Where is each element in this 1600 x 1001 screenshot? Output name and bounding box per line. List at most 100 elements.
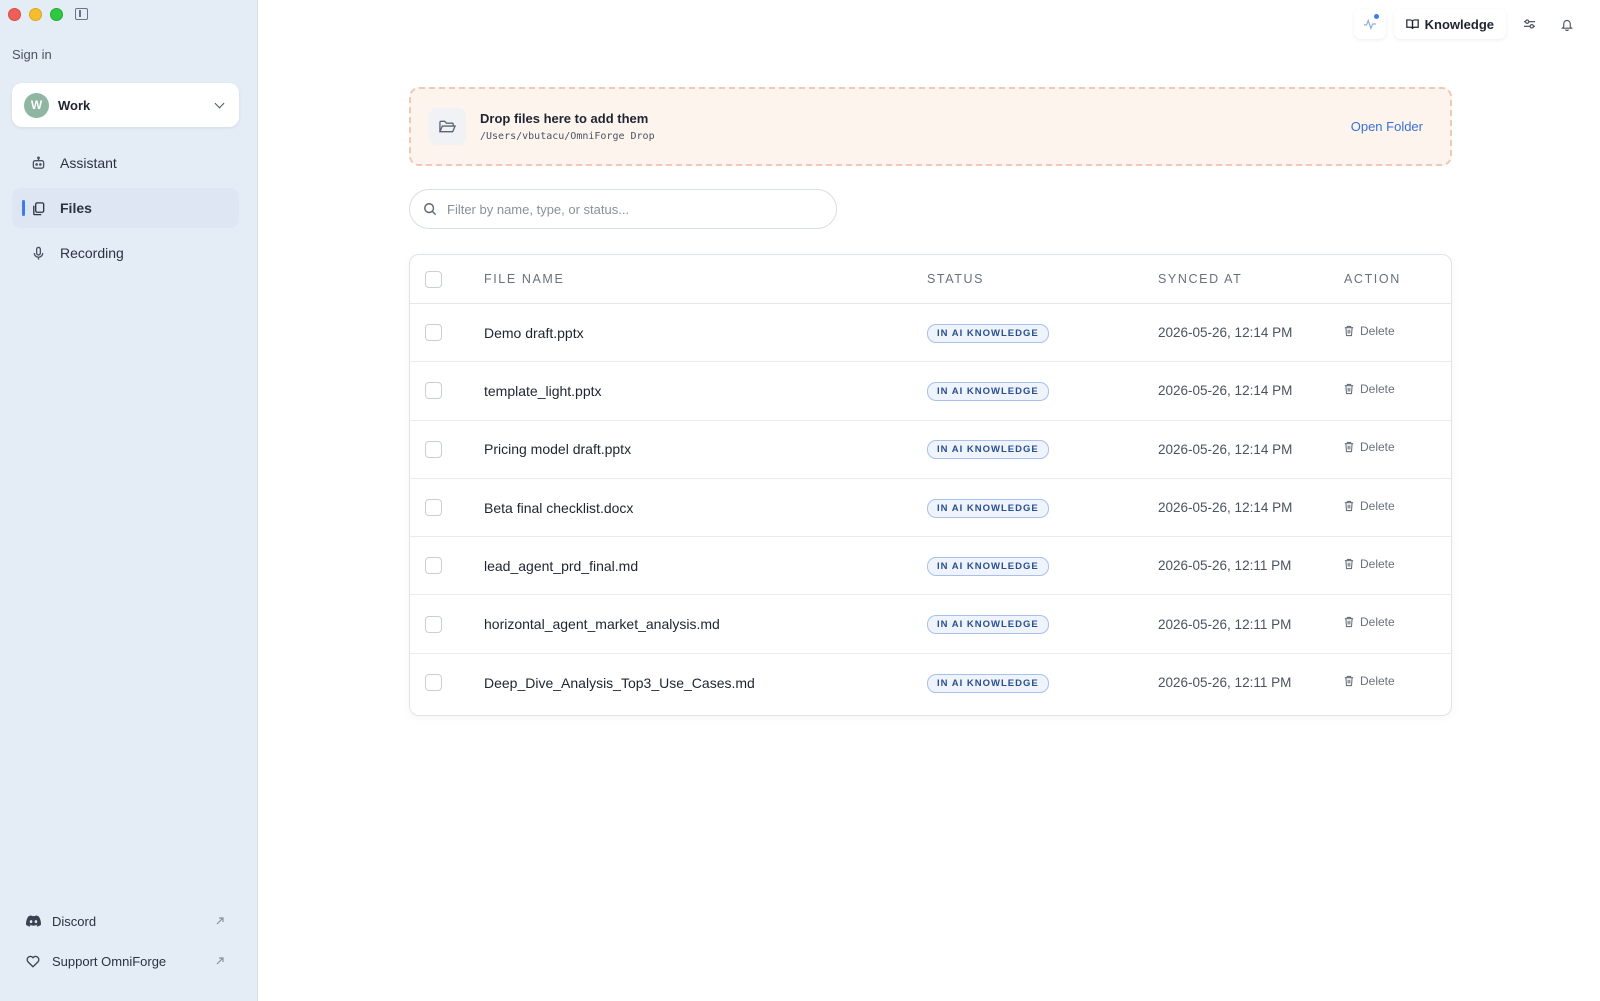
delete-button[interactable]: Delete xyxy=(1344,674,1395,688)
delete-label: Delete xyxy=(1360,381,1395,396)
table-body: Demo draft.pptx IN AI KNOWLEDGE 2026-05-… xyxy=(410,304,1451,712)
top-toolbar: Knowledge xyxy=(1353,9,1582,39)
status-badge: IN AI KNOWLEDGE xyxy=(927,381,1049,401)
support-link[interactable]: Support OmniForge xyxy=(12,941,239,981)
drop-folder-path: /Users/vbutacu/OmniForge Drop xyxy=(480,131,655,142)
synced-at: 2026-05-26, 12:14 PM xyxy=(1158,500,1293,516)
delete-label: Delete xyxy=(1360,323,1395,338)
file-name: Beta final checklist.docx xyxy=(484,499,634,516)
table-row[interactable]: lead_agent_prd_final.md IN AI KNOWLEDGE … xyxy=(410,537,1451,596)
zoom-window-button[interactable] xyxy=(50,8,63,21)
discord-icon xyxy=(25,913,41,929)
delete-button[interactable]: Delete xyxy=(1344,324,1395,338)
header-synced-at[interactable]: SYNCED AT xyxy=(1158,272,1344,286)
sidebar-item-recording[interactable]: Recording xyxy=(12,233,239,273)
table-header: FILE NAME STATUS SYNCED AT ACTION xyxy=(410,255,1451,304)
file-name: Deep_Dive_Analysis_Top3_Use_Cases.md xyxy=(484,674,755,691)
bell-icon xyxy=(1561,19,1573,31)
trash-icon xyxy=(1344,325,1354,336)
row-checkbox[interactable] xyxy=(425,440,442,458)
chevron-down-icon xyxy=(214,98,225,108)
workspace-switcher[interactable]: W Work xyxy=(12,83,239,127)
sidebar-toggle-icon[interactable] xyxy=(75,8,88,20)
knowledge-label: Knowledge xyxy=(1424,16,1494,32)
delete-label: Delete xyxy=(1360,556,1395,571)
settings-sliders-button[interactable] xyxy=(1514,9,1544,39)
search-icon xyxy=(424,203,437,216)
external-link-icon xyxy=(216,917,224,925)
delete-button[interactable]: Delete xyxy=(1344,615,1395,629)
table-row[interactable]: horizontal_agent_market_analysis.md IN A… xyxy=(410,595,1451,654)
minimize-window-button[interactable] xyxy=(29,8,42,21)
delete-label: Delete xyxy=(1360,673,1395,688)
trash-icon xyxy=(1344,442,1354,453)
file-name: template_light.pptx xyxy=(484,382,602,399)
delete-button[interactable]: Delete xyxy=(1344,440,1395,454)
status-badge: IN AI KNOWLEDGE xyxy=(927,615,1049,635)
support-label: Support OmniForge xyxy=(52,953,167,969)
table-row[interactable]: template_light.pptx IN AI KNOWLEDGE 2026… xyxy=(410,362,1451,421)
status-badge: IN AI KNOWLEDGE xyxy=(927,556,1049,576)
row-checkbox[interactable] xyxy=(425,382,442,400)
header-status[interactable]: STATUS xyxy=(927,272,1158,286)
sidebar-item-label: Files xyxy=(60,200,92,216)
status-badge: IN AI KNOWLEDGE xyxy=(927,440,1049,460)
sign-in-link[interactable]: Sign in xyxy=(12,47,52,62)
trash-icon xyxy=(1344,500,1354,511)
files-icon xyxy=(30,200,46,216)
activity-icon xyxy=(1363,18,1376,31)
sidebar-item-files[interactable]: Files xyxy=(12,188,239,228)
synced-at: 2026-05-26, 12:14 PM xyxy=(1158,441,1293,457)
trash-icon xyxy=(1344,558,1354,569)
status-badge: IN AI KNOWLEDGE xyxy=(927,498,1049,518)
sidebar-item-assistant[interactable]: Assistant xyxy=(12,143,239,183)
select-all-checkbox[interactable] xyxy=(425,270,442,288)
activity-button[interactable] xyxy=(1353,9,1386,39)
sliders-icon xyxy=(1523,19,1535,29)
files-table: FILE NAME STATUS SYNCED AT ACTION Demo d… xyxy=(409,254,1452,716)
discord-label: Discord xyxy=(52,913,97,929)
drop-zone[interactable]: Drop files here to add them /Users/vbuta… xyxy=(409,87,1452,166)
delete-button[interactable]: Delete xyxy=(1344,499,1395,513)
close-window-button[interactable] xyxy=(8,8,21,21)
status-badge: IN AI KNOWLEDGE xyxy=(927,323,1049,343)
file-name: horizontal_agent_market_analysis.md xyxy=(484,616,720,633)
folder-open-icon xyxy=(429,108,466,145)
synced-at: 2026-05-26, 12:11 PM xyxy=(1158,675,1292,691)
table-row[interactable]: Demo draft.pptx IN AI KNOWLEDGE 2026-05-… xyxy=(410,304,1451,363)
sidebar-item-label: Assistant xyxy=(60,155,117,171)
row-checkbox[interactable] xyxy=(425,674,442,692)
delete-button[interactable]: Delete xyxy=(1344,382,1395,396)
row-checkbox[interactable] xyxy=(425,324,442,342)
row-checkbox[interactable] xyxy=(425,499,442,517)
window-controls xyxy=(8,8,63,21)
sidebar-nav: Assistant Files Recording xyxy=(12,143,239,278)
row-checkbox[interactable] xyxy=(425,557,442,575)
synced-at: 2026-05-26, 12:14 PM xyxy=(1158,325,1293,341)
delete-label: Delete xyxy=(1360,440,1395,455)
drop-zone-title: Drop files here to add them xyxy=(480,111,649,126)
open-folder-link[interactable]: Open Folder xyxy=(1351,119,1423,134)
delete-label: Delete xyxy=(1360,498,1395,513)
trash-icon xyxy=(1344,675,1354,687)
file-name: Pricing model draft.pptx xyxy=(484,441,632,458)
status-badge: IN AI KNOWLEDGE xyxy=(927,673,1049,693)
file-name: Demo draft.pptx xyxy=(484,324,584,341)
search-input[interactable] xyxy=(447,201,817,217)
discord-link[interactable]: Discord xyxy=(12,901,239,941)
book-icon xyxy=(1405,19,1419,29)
delete-label: Delete xyxy=(1360,615,1395,630)
table-row[interactable]: Deep_Dive_Analysis_Top3_Use_Cases.md IN … xyxy=(410,654,1451,712)
workspace-avatar: W xyxy=(24,92,49,118)
delete-button[interactable]: Delete xyxy=(1344,557,1395,571)
header-file-name[interactable]: FILE NAME xyxy=(484,272,927,286)
sidebar-item-label: Recording xyxy=(60,245,124,261)
table-row[interactable]: Pricing model draft.pptx IN AI KNOWLEDGE… xyxy=(410,421,1451,479)
table-row[interactable]: Beta final checklist.docx IN AI KNOWLEDG… xyxy=(410,479,1451,538)
knowledge-button[interactable]: Knowledge xyxy=(1393,9,1506,39)
notifications-button[interactable] xyxy=(1552,9,1582,39)
heart-icon xyxy=(25,953,41,969)
synced-at: 2026-05-26, 12:11 PM xyxy=(1158,558,1292,574)
search-box xyxy=(409,189,837,229)
row-checkbox[interactable] xyxy=(425,615,442,633)
